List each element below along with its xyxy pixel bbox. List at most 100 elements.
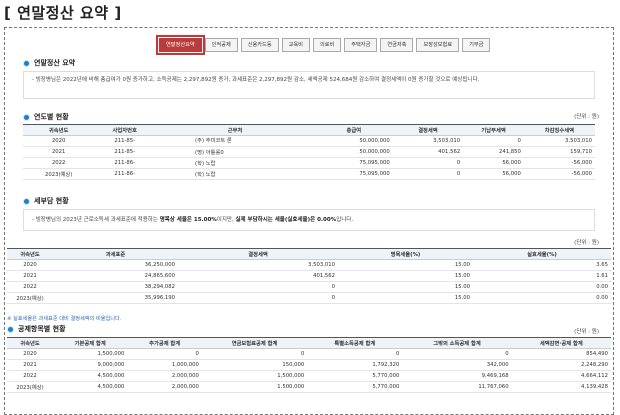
unit-label: (단위 : 원): [574, 114, 599, 120]
table-cell: 2020: [7, 348, 53, 360]
tax-burden-text: 입니다.: [336, 217, 354, 223]
section-title: 연도별 현황: [34, 113, 69, 121]
tab-education[interactable]: 교육비: [281, 38, 310, 52]
tab-insurance[interactable]: 보장성보험료: [416, 38, 460, 52]
column-header: 연금보험료공제 합계: [201, 337, 308, 349]
unit-label: (단위 : 원): [574, 240, 599, 246]
table-cell: 0: [463, 135, 524, 147]
table-cell: 3,503,010: [392, 135, 464, 147]
table-cell: 150,000: [201, 359, 308, 371]
table-header-row: 귀속년도 과세표준 결정세액 명목세율(%) 실효세율(%): [7, 248, 611, 260]
table-row: 2020 36,250,000 3,503,010 15.00 3.65: [7, 259, 611, 271]
table-cell: 211-86-: [94, 157, 156, 169]
table-header-row: 귀속년도 기본공제 합계 추가공제 합계 연금보험료공제 합계 특별소득공제 합…: [7, 337, 611, 349]
tab-credit-card[interactable]: 신용카드등: [240, 38, 279, 52]
column-header: 총급여: [315, 124, 393, 136]
table-cell: 0.00: [473, 292, 611, 304]
column-header: 명목세율(%): [338, 248, 473, 260]
column-header: 근무처: [155, 124, 316, 136]
table-cell: 15.00: [338, 259, 473, 271]
section-tax-burden-heading: 세부담 현황: [23, 196, 69, 206]
table-cell: 2021: [7, 270, 53, 282]
table-cell: 3,503,010: [178, 259, 338, 271]
column-header: 결정세액: [392, 124, 464, 136]
table-cell: 2,248,290: [511, 359, 611, 371]
section-bullet-icon: [7, 325, 14, 333]
table-row: 2022 211-86- (학) 노랍 75,095,000 0 56,000 …: [23, 157, 595, 169]
table-cell: 5,770,000: [307, 381, 403, 393]
table-cell: 5,770,000: [307, 370, 403, 382]
table-cell: (학) 노랍: [155, 157, 316, 169]
table-row: 2021 9,000,000 1,000,000 150,000 1,792,3…: [7, 359, 611, 371]
section-title: 연말정산 요약: [34, 59, 76, 67]
table-cell: 0: [201, 348, 308, 360]
tab-year-end-summary[interactable]: 연말정산요약: [156, 35, 205, 55]
table-cell: 75,095,000: [315, 168, 393, 180]
table-cell: 1,500,000: [201, 370, 308, 382]
table-cell: 1.61: [473, 270, 611, 282]
column-header: 과세표준: [53, 248, 178, 260]
table-cell: 4,500,000: [53, 370, 128, 382]
column-header: 실효세율(%): [473, 248, 611, 260]
tab-medical[interactable]: 의료비: [312, 38, 342, 52]
section-bullet-icon: [23, 59, 30, 67]
table-cell: 342,000: [402, 359, 512, 371]
table-cell: 211-85-: [94, 146, 156, 158]
table-cell: 241,850: [463, 146, 524, 158]
table-cell: 24,865,600: [53, 270, 178, 282]
tax-burden-table: 귀속년도 과세표준 결정세액 명목세율(%) 실효세율(%) 2020 36,2…: [7, 248, 611, 304]
table-cell: 3.65: [473, 259, 611, 271]
table-cell: 0: [392, 157, 464, 169]
table-cell: 4,664,112: [511, 370, 611, 382]
yearly-table: 귀속년도 사업자번호 근무처 총급여 결정세액 기납부세액 차감징수세액 202…: [23, 124, 595, 180]
column-header: 결정세액: [178, 248, 338, 260]
column-header: 추가공제 합계: [127, 337, 202, 349]
table-cell: -56,000: [523, 157, 595, 169]
table-cell: 4,139,428: [511, 381, 611, 393]
table-row: 2020 1,500,000 0 0 0 0 854,490: [7, 348, 611, 360]
table-cell: 0.00: [473, 281, 611, 293]
tab-housing-fund[interactable]: 주택자금: [344, 38, 378, 52]
table-cell: 2022: [23, 157, 95, 169]
table-cell: 35,996,190: [53, 292, 178, 304]
table-cell: 1,500,000: [53, 348, 128, 360]
table-cell: 0: [178, 281, 338, 293]
tab-pension-savings[interactable]: 연금저축: [380, 38, 414, 52]
tab-donation[interactable]: 기부금: [462, 38, 491, 52]
table-cell: 2020: [23, 135, 95, 147]
table-header-row: 귀속년도 사업자번호 근무처 총급여 결정세액 기납부세액 차감징수세액: [23, 124, 595, 136]
table-row: 2021 211-85- (명) 아틀롤0 50,000,000 401,562…: [23, 146, 595, 158]
table-cell: 15.00: [338, 270, 473, 282]
table-cell: 2021: [7, 359, 53, 371]
column-header: 기납부세액: [463, 124, 524, 136]
table-cell: 2022: [7, 370, 53, 382]
table-cell: 56,000: [463, 157, 524, 169]
effective-rate-note: ※ 실효세율은 과세표준 대비 결정세액의 비율입니다.: [7, 316, 122, 322]
table-cell: 4,500,000: [53, 381, 128, 393]
table-cell: 15.00: [338, 281, 473, 293]
table-cell: 9,000,000: [53, 359, 128, 371]
table-cell: 159,710: [523, 146, 595, 158]
table-cell: 9,469,168: [402, 370, 512, 382]
tab-personal-deduction[interactable]: 인적공제: [204, 38, 238, 52]
table-row: 2022 4,500,000 2,000,000 1,500,000 5,770…: [7, 370, 611, 382]
section-summary-heading: 연말정산 요약: [23, 58, 75, 68]
table-cell: 2,000,000: [127, 381, 202, 393]
table-cell: 2023(예상): [23, 168, 95, 180]
column-header: 그밖의 소득공제 합계: [402, 337, 512, 349]
table-cell: 2023(예상): [7, 292, 53, 304]
nominal-rate-text: 명목상 세율은 15.00%: [159, 217, 217, 223]
column-header: 기본공제 합계: [53, 337, 128, 349]
table-cell: 2021: [23, 146, 95, 158]
summary-text-box: - 빙장병님은 2022년에 비해 총급여가 0원 증가하고, 소득공제는 2,…: [23, 71, 595, 99]
table-cell: 0: [402, 348, 512, 360]
page-title: [ 연말정산 요약 ]: [4, 4, 122, 22]
table-cell: 0: [127, 348, 202, 360]
table-cell: 75,095,000: [315, 157, 393, 169]
table-cell: (명) 아틀롤0: [155, 146, 316, 158]
section-deductions-heading: 공제항목별 현황: [7, 324, 66, 334]
section-title: 공제항목별 현황: [18, 325, 66, 333]
section-bullet-icon: [23, 113, 30, 121]
table-cell: 50,000,000: [315, 146, 393, 158]
table-cell: 1,000,000: [127, 359, 202, 371]
